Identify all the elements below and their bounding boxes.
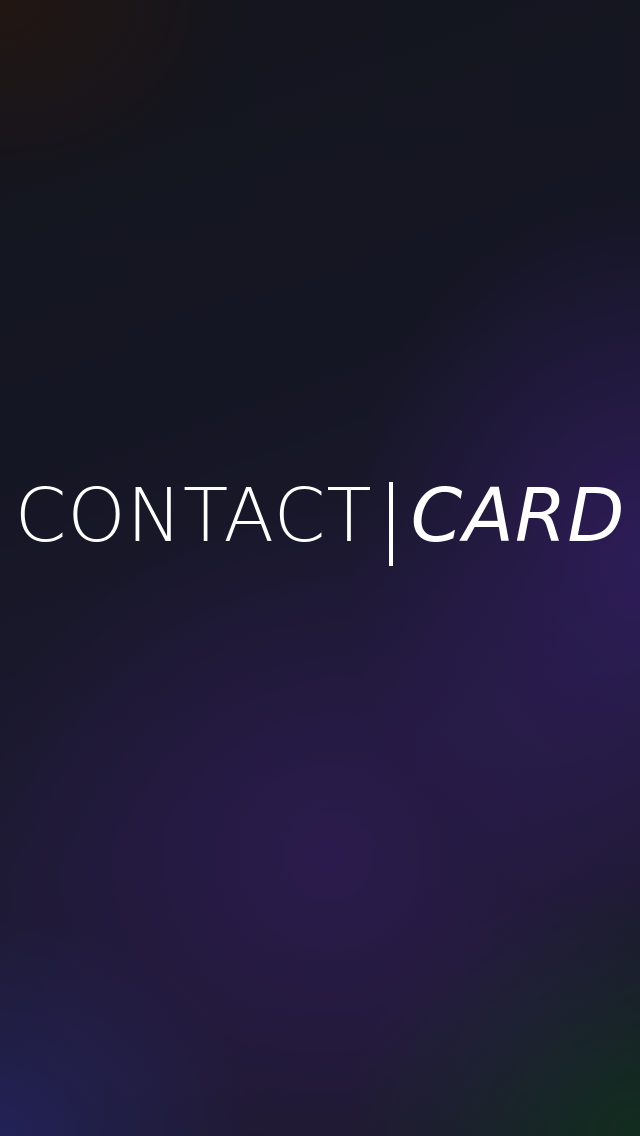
splash-screen: CONTACT CARD: [0, 0, 640, 1136]
logo-word-card: CARD: [410, 473, 626, 559]
logo-divider: [388, 482, 393, 566]
app-logo: CONTACT CARD: [0, 466, 640, 566]
logo-word-contact: CONTACT: [14, 473, 373, 559]
